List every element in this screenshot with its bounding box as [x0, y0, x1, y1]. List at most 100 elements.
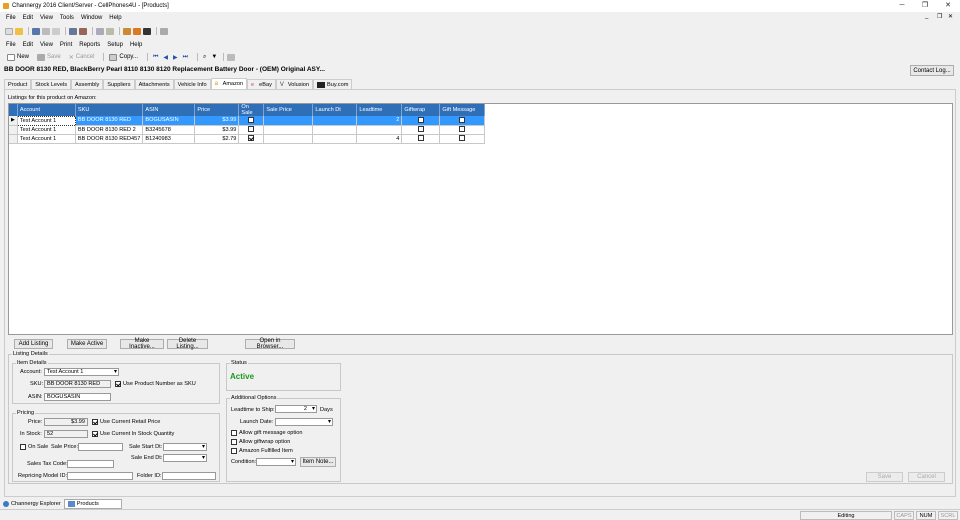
checkbox-checked[interactable]	[92, 431, 98, 437]
col-launch-dt[interactable]: Launch Dt	[312, 104, 358, 116]
sale-end-select[interactable]	[163, 454, 207, 462]
menu-tools[interactable]: Tools	[60, 15, 74, 21]
monitor-icon[interactable]	[143, 27, 151, 35]
minimize-icon[interactable]: ─	[891, 0, 913, 12]
contact-log-button[interactable]: Contact Log...	[910, 65, 954, 76]
cell-sku[interactable]: BB DOOR 8130 RED 2	[75, 125, 144, 135]
menu2-setup[interactable]: Setup	[107, 42, 123, 48]
tab-volusion[interactable]: V Volusion	[275, 79, 314, 89]
copy-icon[interactable]	[42, 27, 50, 35]
account-select[interactable]: Test Account 1	[44, 368, 119, 376]
tab-buy-com[interactable]: Buy.com	[313, 79, 353, 89]
col-gift-message[interactable]: Gift Message	[439, 104, 486, 116]
col-on-sale[interactable]: On Sale	[238, 104, 265, 116]
menu-window[interactable]: Window	[81, 15, 102, 21]
asin-field[interactable]: BOGUSASIN	[44, 393, 111, 401]
tab-suppliers[interactable]: Suppliers	[103, 79, 135, 89]
task-channergy-explorer[interactable]: Channergy Explorer	[0, 499, 64, 509]
cell-asin[interactable]: B1240983	[142, 134, 196, 144]
box-icon[interactable]	[123, 27, 131, 35]
prev-record-icon[interactable]: ◀	[161, 54, 170, 61]
col-giftwrap[interactable]: Giftwrap	[401, 104, 441, 116]
launch-date-select[interactable]	[275, 418, 333, 426]
close-icon[interactable]: ✕	[937, 0, 959, 12]
cell-account[interactable]: Test Account 1	[17, 125, 76, 135]
tab-stock-levels[interactable]: Stock Levels	[31, 79, 71, 89]
mdi-restore-icon[interactable]: ❐	[937, 13, 942, 20]
use-stock-qty-checkbox[interactable]: Use Current In Stock Quantity	[92, 431, 174, 437]
checkbox[interactable]	[231, 430, 237, 436]
cell-on-sale[interactable]	[238, 134, 265, 144]
on-sale-checkbox[interactable]: On Sale	[20, 444, 48, 450]
listings-grid[interactable]: Account SKU ASIN Price On Sale Sale Pric…	[8, 103, 953, 335]
menu-help[interactable]: Help	[109, 15, 121, 21]
list-icon[interactable]	[106, 27, 114, 35]
cell-leadtime[interactable]: 2	[356, 116, 403, 126]
cell-price[interactable]: $2.79	[194, 134, 240, 144]
cell-on-sale[interactable]	[238, 125, 265, 135]
report-icon[interactable]	[96, 27, 104, 35]
cell-sale-price[interactable]	[263, 125, 314, 135]
tab-product[interactable]: Product	[4, 79, 32, 89]
checkbox-checked[interactable]	[248, 135, 255, 142]
cell-gift-message[interactable]	[439, 134, 486, 144]
col-leadtime[interactable]: Leadtime	[356, 104, 403, 116]
menu2-file[interactable]: File	[6, 42, 16, 48]
checkbox[interactable]	[417, 135, 424, 142]
cell-asin[interactable]: BOGUSASIN	[142, 116, 196, 126]
order-icon[interactable]	[79, 27, 87, 35]
task-products[interactable]: Products	[63, 498, 122, 509]
cell-launch-dt[interactable]	[312, 116, 358, 126]
add-listing-button[interactable]: Add Listing	[14, 339, 53, 349]
in-stock-field[interactable]: 52	[44, 430, 88, 438]
tab-attachments[interactable]: Attachments	[134, 79, 174, 89]
make-inactive-button[interactable]: Make Inactive...	[120, 338, 164, 350]
cell-giftwrap[interactable]	[401, 116, 441, 126]
cell-price[interactable]: $3.99	[194, 116, 240, 126]
cell-sku[interactable]: BB DOOR 8130 RED457	[75, 134, 144, 144]
cell-account[interactable]: Test Account 1	[16, 115, 76, 126]
cell-price[interactable]: $3.99	[194, 125, 240, 135]
sales-tax-field[interactable]	[67, 460, 114, 468]
checkbox[interactable]	[231, 439, 237, 445]
menu2-edit[interactable]: Edit	[23, 42, 33, 48]
menu-edit[interactable]: Edit	[23, 15, 33, 21]
table-row[interactable]: ▶ Test Account 1 BB DOOR 8130 RED BOGUSA…	[9, 115, 486, 126]
menu2-print[interactable]: Print	[60, 42, 72, 48]
cell-giftwrap[interactable]	[401, 125, 441, 135]
checkbox[interactable]	[248, 126, 255, 133]
open-in-browser-button[interactable]: Open in Browser...	[245, 338, 295, 350]
package-icon[interactable]	[133, 27, 141, 35]
cell-sale-price[interactable]	[263, 116, 314, 126]
checkbox[interactable]	[248, 117, 255, 123]
cell-account[interactable]: Test Account 1	[17, 134, 76, 144]
table-row[interactable]: Test Account 1 BB DOOR 8130 RED457 B1240…	[9, 134, 486, 144]
tab-vehicle-info[interactable]: Vehicle Info	[173, 79, 211, 89]
cell-on-sale[interactable]	[238, 116, 265, 126]
open-folder-icon[interactable]	[15, 27, 23, 35]
menu2-view[interactable]: View	[40, 42, 53, 48]
cancel-button[interactable]: ✕ Cancel	[67, 54, 97, 61]
save-button[interactable]: Save	[35, 53, 63, 61]
repricing-field[interactable]	[67, 472, 133, 480]
cell-leadtime[interactable]: 4	[356, 134, 403, 144]
mdi-close-icon[interactable]: ✕	[948, 13, 953, 20]
cell-asin[interactable]: B3245678	[142, 125, 196, 135]
allow-gift-message-checkbox[interactable]: Allow gift message option	[231, 430, 302, 436]
cell-giftwrap[interactable]	[401, 134, 441, 144]
menu-file[interactable]: File	[6, 15, 16, 21]
new-button[interactable]: New	[5, 53, 31, 61]
paste-icon[interactable]	[52, 27, 60, 35]
sku-field[interactable]: BB DOOR 8130 RED	[44, 380, 111, 388]
new-doc-icon[interactable]	[5, 27, 13, 35]
checkbox-checked[interactable]	[92, 419, 98, 425]
checkbox[interactable]	[231, 448, 237, 454]
use-retail-price-checkbox[interactable]: Use Current Retail Price	[92, 419, 160, 425]
cell-sale-price[interactable]	[263, 134, 314, 144]
cell-launch-dt[interactable]	[312, 125, 358, 135]
folder-id-field[interactable]	[162, 472, 216, 480]
col-account[interactable]: Account	[17, 104, 76, 116]
cell-gift-message[interactable]	[439, 116, 486, 126]
copy-record-button[interactable]: Copy...	[107, 53, 140, 61]
find-icon[interactable]: ⌕	[201, 54, 208, 61]
